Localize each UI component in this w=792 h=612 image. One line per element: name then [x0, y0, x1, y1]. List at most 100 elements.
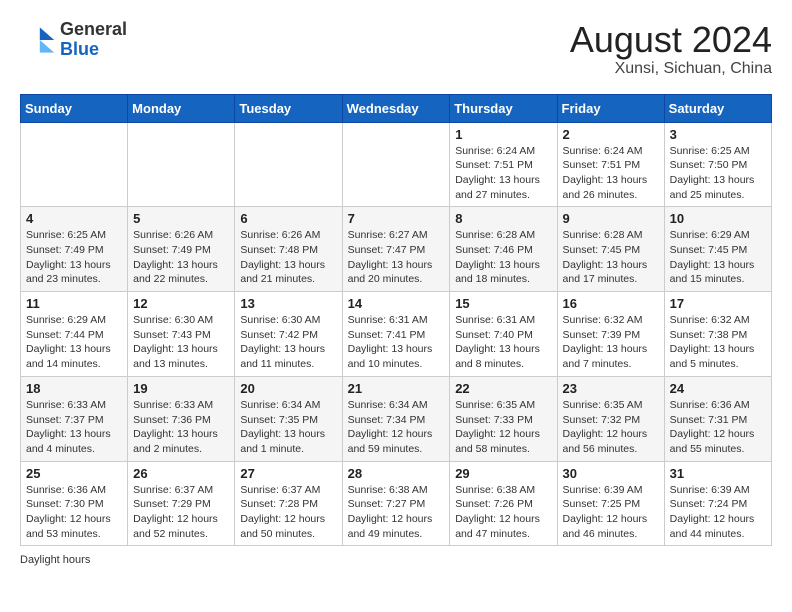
calendar-cell: 17 Sunrise: 6:32 AMSunset: 7:38 PMDayligh…	[664, 292, 771, 377]
day-number: 9	[563, 211, 659, 226]
header-day-thursday: Thursday	[450, 94, 557, 122]
calendar-cell: 3Sunrise: 6:25 AMSunset: 7:50 PMDaylight…	[664, 122, 771, 207]
day-info: Sunrise: 6:37 AMSunset: 7:28 PMDaylight:…	[240, 483, 336, 542]
logo-text: General Blue	[60, 20, 127, 60]
day-number: 27	[240, 466, 336, 481]
day-info: Sunrise: 6:24 AMSunset: 7:51 PMDaylight:…	[455, 144, 551, 203]
calendar-cell: 19Sunrise: 6:33 AMSunset: 7:36 PMDayligh…	[128, 376, 235, 461]
calendar-cell: 22Sunrise: 6:35 AMSunset: 7:33 PMDayligh…	[450, 376, 557, 461]
day-info: Sunrise: 6:36 AMSunset: 7:30 PMDaylight:…	[26, 483, 122, 542]
day-info: Sunrise: 6:25 AMSunset: 7:50 PMDaylight:…	[670, 144, 766, 203]
day-number: 10	[670, 211, 766, 226]
day-info: Sunrise: 6:26 AMSunset: 7:49 PMDaylight:…	[133, 228, 229, 287]
day-info: Sunrise: 6:31 AMSunset: 7:41 PMDaylight:…	[348, 313, 445, 372]
location-subtitle: Xunsi, Sichuan, China	[570, 60, 772, 78]
calendar-cell: 30 Sunrise: 6:39 AMSunset: 7:25 PMDayligh…	[557, 461, 664, 546]
day-number: 13	[240, 296, 336, 311]
calendar-cell: 10 Sunrise: 6:29 AMSunset: 7:45 PMDayligh…	[664, 207, 771, 292]
day-info: Sunrise: 6:34 AMSunset: 7:34 PMDaylight:…	[348, 398, 445, 457]
day-number: 11	[26, 296, 122, 311]
calendar-cell: 31Sunrise: 6:39 AMSunset: 7:24 PMDayligh…	[664, 461, 771, 546]
day-number: 8	[455, 211, 551, 226]
logo-blue: Blue	[60, 39, 99, 59]
calendar-cell: 25 Sunrise: 6:36 AMSunset: 7:30 PMDayligh…	[21, 461, 128, 546]
day-number: 17	[670, 296, 766, 311]
footer-note: Daylight hours	[20, 554, 772, 566]
day-info: Sunrise: 6:38 AMSunset: 7:27 PMDaylight:…	[348, 483, 445, 542]
month-year-title: August 2024	[570, 20, 772, 60]
calendar-cell	[128, 122, 235, 207]
header-row: SundayMondayTuesdayWednesdayThursdayFrid…	[21, 94, 772, 122]
day-info: Sunrise: 6:24 AMSunset: 7:51 PMDaylight:…	[563, 144, 659, 203]
day-number: 6	[240, 211, 336, 226]
header-day-sunday: Sunday	[21, 94, 128, 122]
day-info: Sunrise: 6:37 AMSunset: 7:29 PMDaylight:…	[133, 483, 229, 542]
day-info: Sunrise: 6:25 AMSunset: 7:49 PMDaylight:…	[26, 228, 122, 287]
calendar-week-5: 25 Sunrise: 6:36 AMSunset: 7:30 PMDayligh…	[21, 461, 772, 546]
day-number: 25	[26, 466, 122, 481]
title-block: August 2024 Xunsi, Sichuan, China	[570, 20, 772, 78]
calendar-cell: 2 Sunrise: 6:24 AMSunset: 7:51 PMDaylight…	[557, 122, 664, 207]
day-number: 20	[240, 381, 336, 396]
header-day-monday: Monday	[128, 94, 235, 122]
day-info: Sunrise: 6:33 AMSunset: 7:37 PMDaylight:…	[26, 398, 122, 457]
calendar-cell: 15 Sunrise: 6:31 AMSunset: 7:40 PMDayligh…	[450, 292, 557, 377]
day-info: Sunrise: 6:27 AMSunset: 7:47 PMDaylight:…	[348, 228, 445, 287]
day-number: 2	[563, 127, 659, 142]
day-number: 18	[26, 381, 122, 396]
calendar-cell: 16Sunrise: 6:32 AMSunset: 7:39 PMDayligh…	[557, 292, 664, 377]
day-number: 26	[133, 466, 229, 481]
daylight-label: Daylight hours	[20, 554, 90, 566]
day-info: Sunrise: 6:39 AMSunset: 7:25 PMDaylight:…	[563, 483, 659, 542]
calendar-cell: 7Sunrise: 6:27 AMSunset: 7:47 PMDaylight…	[342, 207, 450, 292]
calendar-cell: 23 Sunrise: 6:35 AMSunset: 7:32 PMDayligh…	[557, 376, 664, 461]
calendar-cell: 11 Sunrise: 6:29 AMSunset: 7:44 PMDayligh…	[21, 292, 128, 377]
day-number: 29	[455, 466, 551, 481]
day-info: Sunrise: 6:30 AMSunset: 7:42 PMDaylight:…	[240, 313, 336, 372]
calendar-cell: 12Sunrise: 6:30 AMSunset: 7:43 PMDayligh…	[128, 292, 235, 377]
day-info: Sunrise: 6:28 AMSunset: 7:45 PMDaylight:…	[563, 228, 659, 287]
day-number: 16	[563, 296, 659, 311]
calendar-cell: 6 Sunrise: 6:26 AMSunset: 7:48 PMDaylight…	[235, 207, 342, 292]
calendar-cell: 9 Sunrise: 6:28 AMSunset: 7:45 PMDaylight…	[557, 207, 664, 292]
calendar-cell: 18 Sunrise: 6:33 AMSunset: 7:37 PMDayligh…	[21, 376, 128, 461]
day-number: 19	[133, 381, 229, 396]
calendar-header: SundayMondayTuesdayWednesdayThursdayFrid…	[21, 94, 772, 122]
day-info: Sunrise: 6:38 AMSunset: 7:26 PMDaylight:…	[455, 483, 551, 542]
header-day-tuesday: Tuesday	[235, 94, 342, 122]
day-number: 30	[563, 466, 659, 481]
logo-general: General	[60, 19, 127, 39]
calendar-week-4: 18 Sunrise: 6:33 AMSunset: 7:37 PMDayligh…	[21, 376, 772, 461]
calendar-cell: 20 Sunrise: 6:34 AMSunset: 7:35 PMDayligh…	[235, 376, 342, 461]
day-number: 14	[348, 296, 445, 311]
day-number: 31	[670, 466, 766, 481]
day-number: 15	[455, 296, 551, 311]
calendar-cell	[235, 122, 342, 207]
day-number: 23	[563, 381, 659, 396]
day-info: Sunrise: 6:34 AMSunset: 7:35 PMDaylight:…	[240, 398, 336, 457]
calendar-cell: 28 Sunrise: 6:38 AMSunset: 7:27 PMDayligh…	[342, 461, 450, 546]
day-number: 21	[348, 381, 445, 396]
day-info: Sunrise: 6:29 AMSunset: 7:44 PMDaylight:…	[26, 313, 122, 372]
calendar-cell: 24Sunrise: 6:36 AMSunset: 7:31 PMDayligh…	[664, 376, 771, 461]
day-info: Sunrise: 6:32 AMSunset: 7:38 PMDaylight:…	[670, 313, 766, 372]
calendar-week-1: 1Sunrise: 6:24 AMSunset: 7:51 PMDaylight…	[21, 122, 772, 207]
header-day-wednesday: Wednesday	[342, 94, 450, 122]
calendar-cell	[342, 122, 450, 207]
calendar-cell	[21, 122, 128, 207]
day-number: 28	[348, 466, 445, 481]
calendar-cell: 29 Sunrise: 6:38 AMSunset: 7:26 PMDayligh…	[450, 461, 557, 546]
calendar-week-3: 11 Sunrise: 6:29 AMSunset: 7:44 PMDayligh…	[21, 292, 772, 377]
day-info: Sunrise: 6:35 AMSunset: 7:33 PMDaylight:…	[455, 398, 551, 457]
logo-icon	[20, 22, 56, 58]
calendar-cell: 1Sunrise: 6:24 AMSunset: 7:51 PMDaylight…	[450, 122, 557, 207]
logo: General Blue	[20, 20, 127, 60]
day-info: Sunrise: 6:26 AMSunset: 7:48 PMDaylight:…	[240, 228, 336, 287]
day-number: 5	[133, 211, 229, 226]
day-info: Sunrise: 6:35 AMSunset: 7:32 PMDaylight:…	[563, 398, 659, 457]
header-day-saturday: Saturday	[664, 94, 771, 122]
day-number: 24	[670, 381, 766, 396]
day-info: Sunrise: 6:31 AMSunset: 7:40 PMDaylight:…	[455, 313, 551, 372]
calendar-cell: 26 Sunrise: 6:37 AMSunset: 7:29 PMDayligh…	[128, 461, 235, 546]
day-info: Sunrise: 6:29 AMSunset: 7:45 PMDaylight:…	[670, 228, 766, 287]
